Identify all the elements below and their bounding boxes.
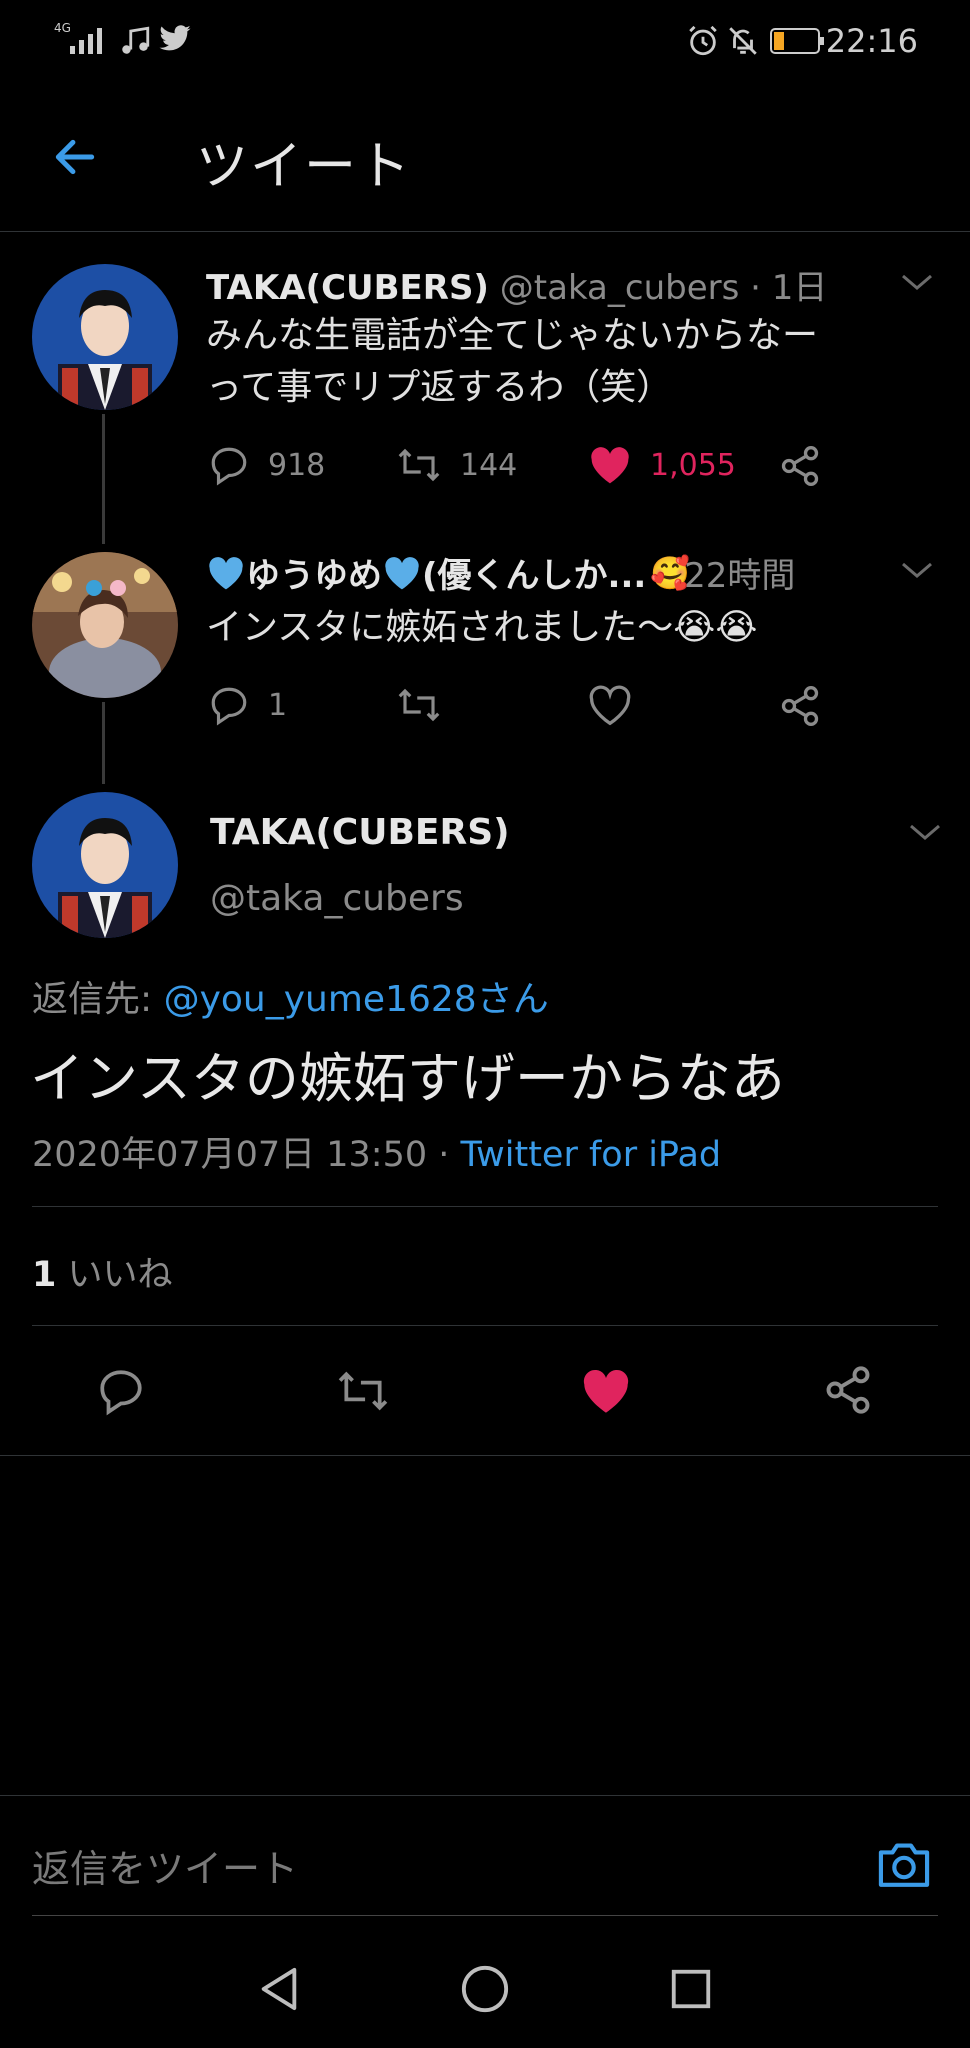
network-type: 4G xyxy=(54,21,71,35)
retweet-icon xyxy=(398,688,440,722)
heart-icon xyxy=(591,447,629,484)
tweet-time: · 1日 xyxy=(750,268,828,308)
signal-icon xyxy=(70,28,102,54)
mute-icon xyxy=(729,27,757,55)
heart-outline-icon xyxy=(589,685,631,726)
reply-icon xyxy=(100,1370,142,1416)
author-name[interactable]: ゆうゆめ xyxy=(246,548,382,597)
divider xyxy=(0,1455,970,1456)
avatar-image xyxy=(32,552,178,698)
divider xyxy=(32,1325,938,1326)
like-count: 1,055 xyxy=(650,447,736,483)
author-handle[interactable]: @taka_cubers xyxy=(210,878,464,919)
share-icon xyxy=(826,1366,870,1414)
tweet-text: みんな生電話が全てじゃないからなー って事でリプ返するわ（笑） xyxy=(206,310,818,414)
nav-back-button[interactable] xyxy=(256,1964,302,2014)
chevron-down-icon[interactable] xyxy=(900,560,934,580)
share-icon xyxy=(781,446,819,486)
blue-heart-icon xyxy=(385,556,419,589)
reply-icon xyxy=(211,447,247,486)
like-button[interactable] xyxy=(580,1366,632,1416)
chevron-down-icon[interactable] xyxy=(908,822,942,842)
likes-count: 1 xyxy=(32,1255,57,1295)
divider xyxy=(32,1206,938,1207)
retweet-icon xyxy=(398,448,440,482)
reply-input[interactable]: 返信をツイート xyxy=(32,1838,298,1893)
like-button[interactable] xyxy=(588,684,632,726)
status-bar: 4G 22:16 xyxy=(0,0,970,80)
thread-line xyxy=(102,702,105,784)
reply-to-user-link[interactable]: @you_yume1628さん xyxy=(164,979,549,1020)
camera-button[interactable] xyxy=(874,1836,934,1892)
crying-emoji-icon: 😭😭 xyxy=(673,607,758,648)
author-handle[interactable]: @taka_cubers xyxy=(500,268,740,308)
tweet-header: ゆうゆめ (優くんしか... 🥰 22時間 xyxy=(206,548,795,597)
author-name[interactable]: TAKA(CUBERS) xyxy=(206,268,489,308)
tweet-text: インスタに嫉妬されました〜😭😭 xyxy=(206,602,757,654)
reply-button[interactable] xyxy=(96,1366,146,1416)
author-name-suffix[interactable]: (優くんしか... xyxy=(422,548,646,597)
retweet-icon xyxy=(338,1371,388,1411)
nav-home-button[interactable] xyxy=(460,1964,510,2014)
nav-recents-button[interactable] xyxy=(668,1966,714,2012)
tweet-text-line: って事でリプ返するわ（笑） xyxy=(206,367,673,408)
reply-button[interactable]: 918 xyxy=(208,444,325,486)
avatar-image xyxy=(32,264,178,410)
tweet-time: 22時間 xyxy=(684,556,796,596)
battery-icon xyxy=(770,28,824,54)
heart-icon xyxy=(583,1369,629,1413)
tweet-header: TAKA(CUBERS) @taka_cubers · 1日 xyxy=(206,260,827,309)
tweet-timestamp: 2020年07月07日 13:50 · xyxy=(32,1135,450,1175)
avatar[interactable] xyxy=(32,552,178,698)
avatar[interactable] xyxy=(32,264,178,410)
likes-summary[interactable]: 1 いいね xyxy=(32,1246,173,1297)
reply-count: 1 xyxy=(268,687,288,723)
input-underline xyxy=(32,1915,938,1916)
retweet-button[interactable] xyxy=(334,1366,392,1416)
tweet-text-body: インスタに嫉妬されました〜 xyxy=(206,607,674,648)
thread-line xyxy=(102,414,105,544)
back-button[interactable] xyxy=(50,132,100,182)
music-icon xyxy=(122,26,150,54)
share-button[interactable] xyxy=(778,684,822,728)
reply-icon xyxy=(211,687,247,726)
triangle-back-icon xyxy=(261,1967,297,2011)
tweet-meta: 2020年07月07日 13:50 · Twitter for iPad xyxy=(32,1126,721,1177)
back-arrow-icon xyxy=(55,139,95,175)
camera-icon xyxy=(878,1843,930,1887)
retweet-button[interactable]: 144 xyxy=(396,444,517,486)
tweet-text-line: みんな生電話が全てじゃないからなー xyxy=(206,315,819,356)
divider xyxy=(0,1795,970,1796)
tweet-source-link[interactable]: Twitter for iPad xyxy=(461,1135,722,1175)
main-tweet-text: インスタの嫉妬すげーからなあ xyxy=(30,1047,785,1110)
circle-home-icon xyxy=(461,1965,509,2013)
blue-heart-icon xyxy=(209,556,243,589)
share-button[interactable] xyxy=(822,1364,874,1416)
retweet-button[interactable] xyxy=(396,684,442,726)
avatar-image xyxy=(32,792,178,938)
square-recents-icon xyxy=(671,1969,711,2009)
reply-to-label: 返信先: xyxy=(32,979,153,1020)
twitter-bird-icon xyxy=(159,25,191,51)
author-name[interactable]: TAKA(CUBERS) xyxy=(210,812,510,853)
reply-to-line: 返信先: @you_yume1628さん xyxy=(32,970,549,1022)
alarm-icon xyxy=(689,25,717,56)
avatar[interactable] xyxy=(32,792,178,938)
like-button[interactable]: 1,055 xyxy=(588,444,736,486)
retweet-count: 144 xyxy=(460,447,518,483)
likes-label: いいね xyxy=(67,1255,173,1295)
share-icon xyxy=(781,686,819,726)
reply-count: 918 xyxy=(268,447,326,483)
page-title: ツイート xyxy=(196,137,413,197)
chevron-down-icon[interactable] xyxy=(900,272,934,292)
reply-button[interactable]: 1 xyxy=(208,684,287,726)
divider xyxy=(0,231,970,232)
clock: 22:16 xyxy=(825,22,918,60)
share-button[interactable] xyxy=(778,444,822,488)
